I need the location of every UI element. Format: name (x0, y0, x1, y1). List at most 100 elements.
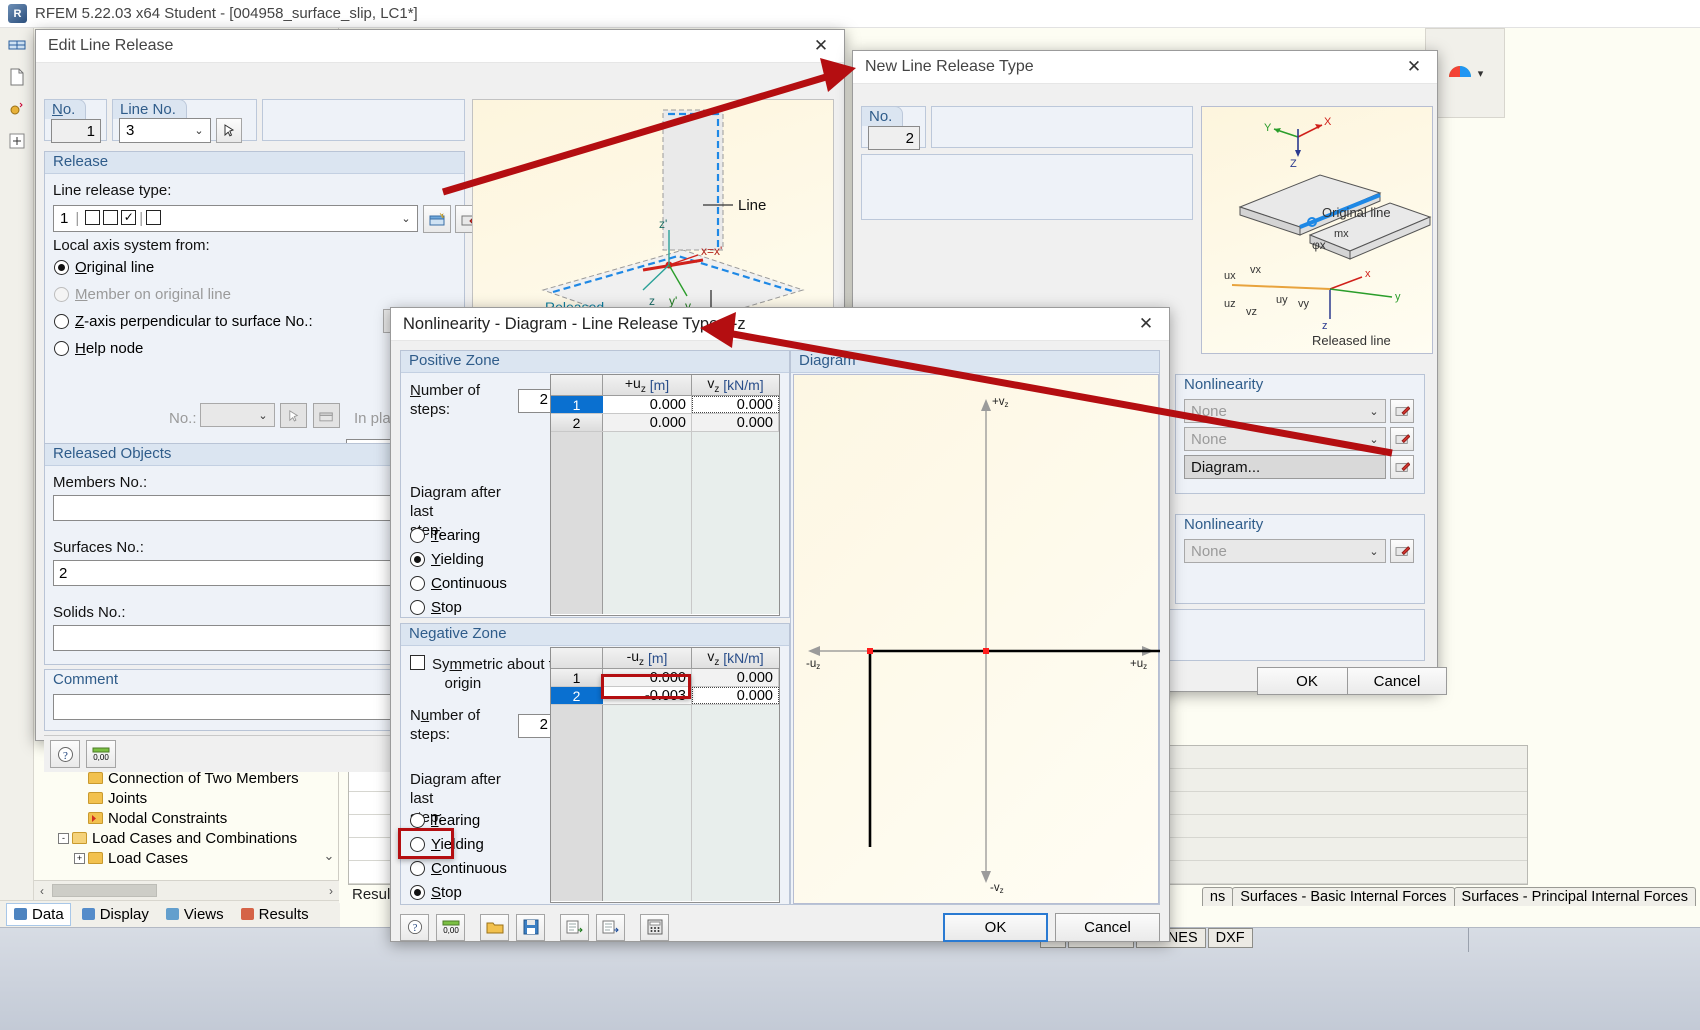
new-type-name-box[interactable] (931, 106, 1193, 148)
positive-zone-rows[interactable]: 1 0.000 0.000 2 0.000 0.000 (551, 396, 779, 432)
status-chip[interactable]: DXF (1207, 928, 1253, 948)
close-icon[interactable]: ✕ (804, 33, 838, 59)
new-type-desc-box[interactable] (861, 154, 1193, 220)
close-icon[interactable]: ✕ (1129, 311, 1163, 337)
radio-indicator[interactable] (410, 813, 425, 828)
positive-option-tearing[interactable]: Tearing (410, 527, 507, 544)
bottom-tab-display[interactable]: Display (75, 904, 155, 925)
new-line-release-type-button[interactable] (423, 205, 451, 233)
cancel-button[interactable]: Cancel (1055, 912, 1160, 942)
chevron-down-icon[interactable]: ⌄ (252, 409, 274, 422)
row-index-cell[interactable]: 2 (551, 687, 603, 704)
tree-item[interactable]: ⌐Joints (42, 788, 338, 808)
close-icon[interactable]: ✕ (1397, 54, 1431, 80)
cell-vz[interactable]: 0.000 (692, 414, 779, 431)
chevron-down-icon[interactable]: ⌄ (1363, 433, 1385, 446)
pick-help-node-button[interactable] (280, 403, 307, 428)
open-button[interactable] (480, 913, 509, 941)
table-row[interactable]: 1 0.000 0.000 (551, 396, 779, 414)
nonlinearity-row[interactable]: None ⌄ (1184, 539, 1418, 563)
nonlinearity-combo[interactable]: Diagram... (1184, 455, 1386, 479)
release-dof-checkbox[interactable] (146, 210, 162, 225)
symmetric-checkbox[interactable] (410, 655, 425, 670)
radio-indicator[interactable] (410, 576, 425, 591)
nonlinearity-edit-button[interactable] (1390, 455, 1414, 479)
help-node-combo[interactable]: ⌄ (200, 403, 275, 427)
scroll-left-icon[interactable]: ‹ (34, 884, 50, 898)
units-button[interactable]: 0,00 (436, 913, 465, 941)
chevron-down-icon[interactable]: ⌄ (1363, 545, 1385, 558)
row-index-cell[interactable]: 2 (551, 414, 603, 431)
radio-indicator[interactable] (54, 287, 69, 302)
save-button[interactable] (516, 913, 545, 941)
radio-indicator[interactable] (410, 528, 425, 543)
cell-vz[interactable]: 0.000 (692, 396, 779, 413)
table-row[interactable]: 2 0.000 0.000 (551, 414, 779, 432)
positive-option-yielding[interactable]: Yielding (410, 551, 507, 568)
tree-expander-icon[interactable]: - (58, 832, 69, 844)
line-no-combo[interactable]: 3 ⌄ (119, 118, 211, 143)
left-toolbar[interactable] (0, 28, 34, 903)
nonlinearity-combo[interactable]: None ⌄ (1184, 399, 1386, 423)
results-tab[interactable]: ns (1201, 887, 1234, 906)
toolbar-model-icon[interactable] (4, 32, 30, 58)
scroll-thumb[interactable] (52, 884, 157, 897)
row-index-cell[interactable]: 1 (551, 396, 603, 413)
toolbar-expand-icon[interactable] (4, 128, 30, 154)
symmetric-checkbox-row[interactable]: Symmetric about the origin (410, 655, 570, 693)
nonlinearity-edit-button[interactable] (1390, 399, 1414, 423)
nonlinearity-edit-button[interactable] (1390, 539, 1414, 563)
help-button[interactable]: ? (400, 913, 429, 941)
nonlinearity-titlebar[interactable]: Nonlinearity - Diagram - Line Release Ty… (391, 308, 1169, 341)
results-tab[interactable]: Surfaces - Principal Internal Forces (1453, 887, 1696, 906)
local-axis-options[interactable]: Original line Member on original line Z-ax… (54, 259, 313, 367)
bottom-tab-data[interactable]: Data (6, 902, 71, 926)
radio-indicator[interactable] (54, 260, 69, 275)
nonlinearity-combo[interactable]: None ⌄ (1184, 539, 1386, 563)
export-button[interactable] (596, 913, 625, 941)
float-toolbar-chevron-icon[interactable]: ▾ (1478, 67, 1484, 80)
nonlinearity-row[interactable]: None ⌄ (1184, 399, 1418, 423)
negative-option-stop[interactable]: Stop (410, 884, 507, 901)
tree-scroll-down-icon[interactable]: ⌄ (320, 848, 338, 870)
bottom-tab-views[interactable]: Views (159, 904, 230, 925)
nonlinearity-rows-2[interactable]: None ⌄ (1184, 539, 1418, 567)
tree-item[interactable]: + Load Cases (42, 848, 338, 868)
radio-indicator[interactable] (54, 341, 69, 356)
new-line-release-type-titlebar[interactable]: New Line Release Type ✕ (853, 51, 1437, 84)
results-tab[interactable]: Surfaces - Basic Internal Forces (1232, 887, 1455, 906)
radio-indicator[interactable] (410, 885, 425, 900)
cell-vz[interactable]: 0.000 (692, 687, 779, 704)
chevron-down-icon[interactable]: ⌄ (1363, 405, 1385, 418)
ok-button[interactable]: OK (1257, 667, 1357, 695)
tree-horizontal-scrollbar[interactable]: ‹ › (34, 880, 339, 900)
cell-uz[interactable]: 0.000 (603, 414, 692, 431)
negative-zone-options[interactable]: Tearing Yielding Continuous Stop (410, 812, 507, 908)
nonlinearity-combo[interactable]: None ⌄ (1184, 427, 1386, 451)
pick-line-button[interactable] (216, 118, 242, 143)
radio-indicator[interactable] (410, 552, 425, 567)
nonlinearity-rows-1[interactable]: None ⌄ None ⌄ Diagram... (1184, 399, 1418, 483)
negative-option-continuous[interactable]: Continuous (410, 860, 507, 877)
units-button[interactable]: 0,00 (86, 740, 116, 768)
radio-indicator[interactable] (410, 861, 425, 876)
scroll-right-icon[interactable]: › (323, 884, 339, 898)
chevron-down-icon[interactable]: ⌄ (188, 124, 210, 137)
nonlinearity-toolbar[interactable]: ? 0,00 OK Cancel (400, 911, 1160, 943)
positive-option-continuous[interactable]: Continuous (410, 575, 507, 592)
nonlinearity-row[interactable]: Diagram... (1184, 455, 1418, 479)
nonlinearity-row[interactable]: None ⌄ (1184, 427, 1418, 451)
cancel-button[interactable]: Cancel (1347, 667, 1447, 695)
chevron-down-icon[interactable]: ⌄ (395, 212, 417, 225)
new-help-node-button[interactable] (313, 403, 340, 428)
tree-item[interactable]: ⌐Nodal Constraints (42, 808, 338, 828)
axis-option-0[interactable]: Original line (54, 259, 313, 276)
release-dof-checkbox[interactable] (85, 210, 101, 225)
radio-indicator[interactable] (410, 600, 425, 615)
line-release-type-combo[interactable]: 1 | ✓ | ⌄ (53, 205, 418, 232)
row-index-cell[interactable]: 1 (551, 669, 603, 686)
nonlinearity-edit-button[interactable] (1390, 427, 1414, 451)
tree-expander-icon[interactable]: + (74, 852, 85, 864)
diagram-plot[interactable]: +vz -vz -uz +uz (793, 374, 1160, 904)
toolbar-node-icon[interactable] (4, 96, 30, 122)
